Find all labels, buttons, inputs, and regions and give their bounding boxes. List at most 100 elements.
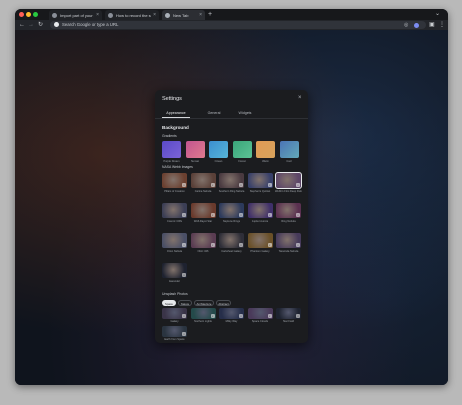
download-icon[interactable]: ↓ — [239, 183, 243, 187]
download-icon[interactable]: ↓ — [267, 314, 272, 318]
google-lens-icon[interactable]: ◎ — [404, 21, 408, 29]
zoom-window-button[interactable] — [33, 12, 38, 17]
unsplash-photo-thumbnail[interactable]: ↓ — [162, 308, 187, 319]
download-icon[interactable]: ↓ — [239, 213, 243, 217]
nasa-image-thumbnail[interactable]: ↓ — [219, 203, 244, 218]
unsplash-photo-thumbnail[interactable]: ↓ — [276, 308, 301, 319]
nasa-image-thumbnail[interactable]: ↓ — [247, 203, 273, 218]
minimize-window-button[interactable] — [26, 12, 31, 17]
gradient-swatch[interactable] — [209, 141, 228, 158]
close-icon[interactable]: × — [298, 95, 302, 101]
tab-close-icon[interactable]: × — [153, 12, 156, 18]
nasa-image-label: Cartwheel Galaxy — [221, 249, 242, 253]
nasa-image-label: Earendel — [169, 279, 180, 283]
gradient-swatch[interactable] — [232, 141, 252, 158]
nasa-image-label: Pillars of Creation — [164, 189, 185, 193]
reload-icon[interactable]: ↻ — [38, 21, 43, 29]
chip-nature[interactable]: Nature — [178, 300, 192, 306]
download-icon[interactable]: ↓ — [210, 314, 215, 318]
unsplash-photo-thumbnail[interactable]: ↓ — [190, 308, 216, 319]
tab-strip: Import part of your screensh... × How to… — [15, 9, 448, 20]
tab-title: Import part of your screensh... — [60, 12, 94, 18]
download-icon[interactable]: ↓ — [239, 243, 243, 247]
download-icon[interactable]: ↓ — [210, 183, 215, 187]
tab-title: How to record the screen on... — [116, 12, 151, 18]
download-icon[interactable]: ↓ — [296, 314, 300, 318]
chip-abstract[interactable]: Abstract — [216, 300, 231, 306]
google-icon — [54, 22, 59, 27]
nasa-image-label: Ring Nebula — [281, 219, 296, 223]
download-icon[interactable]: ↓ — [182, 183, 186, 187]
gradient-swatch[interactable] — [279, 141, 299, 158]
gradient-swatch[interactable] — [185, 141, 205, 158]
download-icon[interactable]: ↓ — [296, 183, 300, 187]
menu-dots-icon[interactable]: ⋮ — [439, 21, 445, 29]
tab-favicon-icon — [165, 12, 170, 18]
new-tab-page: Settings × Appearance General Widgets Ba… — [15, 30, 448, 385]
tab-general[interactable]: General — [202, 111, 226, 115]
close-window-button[interactable] — [19, 12, 24, 17]
download-icon[interactable]: ↓ — [182, 314, 186, 318]
unsplash-photo-thumbnail[interactable]: ↓ — [247, 308, 273, 319]
nasa-image-label: Wolf-Rayet Star — [193, 219, 213, 223]
chip-space[interactable]: Space — [162, 300, 176, 306]
tab-list-chevron-icon[interactable]: ⌄ — [435, 10, 440, 17]
nasa-image-thumbnail[interactable]: ↓ — [190, 173, 216, 188]
forward-arrow-icon[interactable]: → — [28, 21, 34, 29]
nasa-image-thumbnail[interactable]: ↓ — [247, 233, 273, 248]
tab-close-icon[interactable]: × — [96, 12, 99, 18]
download-icon[interactable]: ↓ — [296, 213, 300, 217]
browser-tab[interactable]: Import part of your screensh... × — [49, 10, 102, 20]
nasa-image-thumbnail[interactable]: ↓ — [275, 172, 302, 189]
download-icon[interactable]: ↓ — [267, 243, 272, 247]
nasa-image-thumbnail[interactable]: ↓ — [162, 203, 187, 218]
back-arrow-icon[interactable]: ← — [19, 21, 25, 29]
nasa-heading: NASA Webb Images — [162, 165, 193, 169]
nasa-image-thumbnail[interactable]: ↓ — [276, 203, 301, 218]
unsplash-photo-label: Earth from Space — [164, 338, 185, 341]
extensions-icon[interactable]: ▣ — [429, 21, 435, 29]
unsplash-photo-thumbnail[interactable]: ↓ — [162, 326, 187, 337]
download-icon[interactable]: ↓ — [239, 314, 243, 318]
download-icon[interactable]: ↓ — [210, 243, 215, 247]
nasa-image-thumbnail[interactable]: ↓ — [219, 233, 244, 248]
download-icon[interactable]: ↓ — [296, 243, 300, 247]
unsplash-photo-label: Space Clouds — [251, 320, 269, 323]
download-icon[interactable]: ↓ — [267, 213, 272, 217]
unsplash-heading: Unsplash Photos — [162, 292, 188, 296]
browser-window: Import part of your screensh... × How to… — [15, 9, 448, 385]
new-tab-button[interactable]: + — [208, 10, 212, 19]
chip-architecture[interactable]: Architecture — [194, 300, 214, 306]
nasa-image-thumbnail[interactable]: ↓ — [162, 233, 187, 248]
download-icon[interactable]: ↓ — [182, 213, 186, 217]
download-icon[interactable]: ↓ — [182, 243, 186, 247]
unsplash-photo-label: Milky Way — [225, 320, 238, 323]
nasa-image-label: Cosmic Cliffs — [166, 219, 183, 223]
nasa-image-label: Stephan's Quintet — [249, 189, 271, 193]
download-icon[interactable]: ↓ — [182, 273, 186, 277]
nasa-image-thumbnail[interactable]: ↓ — [162, 263, 187, 278]
nasa-image-thumbnail[interactable]: ↓ — [276, 233, 301, 248]
tab-appearance[interactable]: Appearance — [162, 111, 190, 115]
tab-widgets[interactable]: Widgets — [234, 111, 256, 115]
gradient-swatch[interactable] — [256, 141, 275, 158]
download-icon[interactable]: ↓ — [210, 213, 215, 217]
assistant-icon[interactable] — [414, 22, 419, 28]
nasa-image-thumbnail[interactable]: ↓ — [219, 173, 244, 188]
unsplash-photo-thumbnail[interactable]: ↓ — [219, 308, 244, 319]
omnibox[interactable]: Search Google or type a URL ◎ — [50, 21, 426, 29]
download-icon[interactable]: ↓ — [267, 183, 272, 187]
settings-title: Settings — [162, 96, 182, 102]
browser-tab-active[interactable]: New Tab × — [162, 10, 205, 20]
tab-favicon-icon — [108, 12, 113, 18]
nasa-image-thumbnail[interactable]: ↓ — [247, 173, 273, 188]
nasa-image-label: Tarantula Nebula — [278, 249, 299, 253]
nasa-image-thumbnail[interactable]: ↓ — [190, 203, 216, 218]
browser-tab[interactable]: How to record the screen on... × — [105, 10, 159, 20]
gradient-swatch[interactable] — [162, 141, 181, 158]
nasa-image-thumbnail[interactable]: ↓ — [190, 233, 216, 248]
download-icon[interactable]: ↓ — [182, 332, 186, 336]
nasa-image-thumbnail[interactable]: ↓ — [162, 173, 187, 188]
tab-close-icon[interactable]: × — [199, 12, 202, 18]
nasa-image-label: Neptune Rings — [222, 219, 241, 223]
